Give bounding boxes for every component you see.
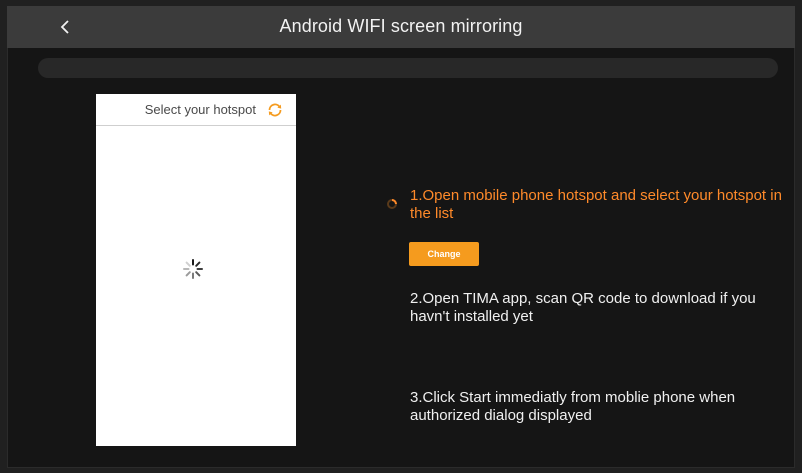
step-1-text: 1.Open mobile phone hotspot and select y… [410,187,782,222]
refresh-button[interactable] [266,101,284,119]
page-title: Android WIFI screen mirroring [279,16,523,36]
change-button[interactable]: Change [409,242,479,266]
step-3-text: 3.Click Start immediatly from moblie pho… [410,389,736,424]
spinner-icon [183,259,203,279]
hotspot-list-title: Select your hotspot [144,102,256,117]
refresh-icon [268,103,282,117]
hotspot-list-header: Select your hotspot [96,94,296,126]
step-2-text: 2.Open TIMA app, scan QR code to downloa… [410,290,756,325]
loading-indicator-icon [387,199,397,209]
hotspot-list-panel: Select your hotspot [96,94,296,446]
title-bar: Android WIFI screen mirroring [7,6,795,48]
progress-track [38,58,778,78]
